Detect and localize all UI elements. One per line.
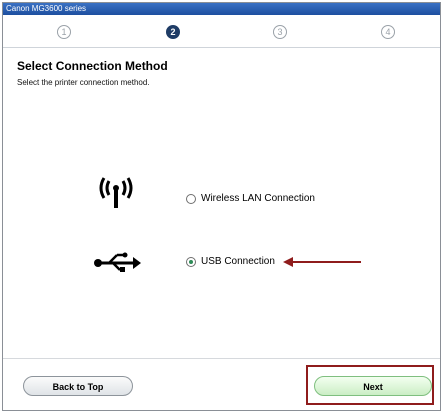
next-button-highlight	[306, 365, 434, 405]
step-indicator-bar: 1 2 3 4	[3, 15, 440, 48]
usb-connection-radio[interactable]	[186, 257, 196, 267]
step-4-indicator: 4	[381, 25, 395, 39]
page-subtitle: Select the printer connection method.	[17, 78, 150, 87]
usb-connection-label[interactable]: USB Connection	[201, 256, 275, 267]
wireless-icon	[99, 175, 133, 216]
pointer-arrow-icon	[283, 255, 361, 274]
footer-divider	[3, 358, 440, 359]
installer-window: Canon MG3600 series 1 2 3 4 Select Conne…	[2, 2, 441, 411]
step-2-indicator: 2	[166, 25, 180, 39]
step-3-indicator: 3	[273, 25, 287, 39]
wireless-lan-label[interactable]: Wireless LAN Connection	[201, 193, 315, 204]
wireless-lan-radio[interactable]	[186, 194, 196, 204]
window-title: Canon MG3600 series	[3, 3, 440, 15]
back-to-top-button[interactable]: Back to Top	[23, 376, 133, 396]
step-1-indicator: 1	[57, 25, 71, 39]
page-title: Select Connection Method	[17, 59, 168, 73]
usb-icon	[93, 251, 141, 280]
